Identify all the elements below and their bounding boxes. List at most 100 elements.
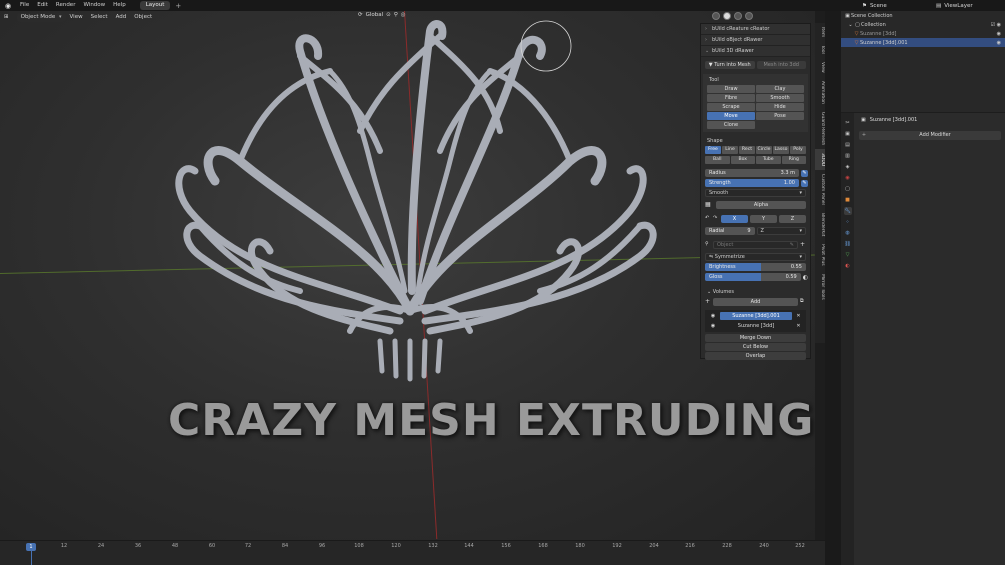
transform-orientation-dropdown[interactable]: ⟳ Global ⊙ ⚲ ◎ <box>358 12 406 18</box>
shape-rect[interactable]: Rect <box>739 146 755 154</box>
proportional-edit-icon[interactable]: ◎ <box>401 12 406 18</box>
tool-props-icon[interactable]: ✂ <box>844 119 852 127</box>
strength-slider[interactable]: Strength 1.00 <box>705 179 799 187</box>
shape-circle[interactable]: Circle <box>756 146 772 154</box>
particles-props-icon[interactable]: ⁘ <box>844 218 852 226</box>
tab-mirror-tools[interactable]: Mirror Tools <box>815 270 825 304</box>
shape-ring[interactable]: Ring <box>781 156 806 164</box>
select-menu[interactable]: Select <box>87 11 112 23</box>
volumes-header[interactable]: ⌄ Volumes <box>701 286 810 296</box>
close-icon[interactable]: ✕ <box>795 313 802 319</box>
object-field[interactable]: Object ✎ <box>713 241 798 249</box>
visibility-icon[interactable]: ◉ <box>997 31 1001 37</box>
shape-free[interactable]: Free <box>705 146 721 154</box>
add-modifier-button[interactable]: + Add Modifier <box>859 131 1001 140</box>
eye-icon[interactable]: ◉ <box>709 323 717 329</box>
modifier-props-icon[interactable]: 🔧︎ <box>843 207 852 215</box>
render-props-icon[interactable]: ▣ <box>844 130 852 138</box>
scene-selector[interactable]: ⚑ Scene <box>862 3 887 9</box>
radial-field[interactable]: Radial 9 <box>705 227 755 235</box>
gloss-slider[interactable]: Gloss 0.59 <box>705 273 801 281</box>
radial-axis-dropdown[interactable]: Z ▾ <box>756 227 806 235</box>
mirror-z-toggle[interactable]: Z <box>779 215 806 223</box>
copy-icon[interactable]: ⧉ <box>800 298 806 306</box>
view-menu[interactable]: View <box>66 11 87 23</box>
color-picker-icon[interactable]: ◐ <box>803 274 808 281</box>
section-creature-creator[interactable]: › bUild cReature cReator <box>701 24 810 35</box>
tool-clay[interactable]: Clay <box>756 85 804 93</box>
outliner-item-selected[interactable]: ▽ Suzanne [3dd].001 ◉ <box>841 38 1005 47</box>
pivot-icon[interactable]: ⊙ <box>386 12 391 18</box>
current-frame-indicator[interactable]: 1 <box>26 543 36 551</box>
physics-props-icon[interactable]: ◍ <box>844 229 852 237</box>
outliner-item[interactable]: ▽ Suzanne [3dd] ◉ <box>841 29 1005 38</box>
eye-icon[interactable]: ◉ <box>709 313 717 319</box>
merge-down-button[interactable]: Merge Down <box>705 334 806 342</box>
section-object-drawer[interactable]: › bUild oBject dRawer <box>701 35 810 46</box>
tool-scrape[interactable]: Scrape <box>707 103 755 111</box>
view-layer-props-icon[interactable]: ▥ <box>844 152 852 160</box>
radius-slider[interactable]: Radius 3.3 m <box>705 169 799 177</box>
sculpted-mesh[interactable] <box>0 11 815 540</box>
tool-hide[interactable]: Hide <box>756 103 804 111</box>
rendered-shading-icon[interactable] <box>745 12 753 20</box>
constraints-props-icon[interactable]: ⛓︎ <box>844 240 852 248</box>
tab-view[interactable]: View <box>815 58 825 77</box>
tab-blenderkit[interactable]: BlenderKit <box>815 209 825 240</box>
workspace-tab-layout[interactable]: Layout <box>139 1 171 10</box>
mirror-x-toggle[interactable]: X <box>721 215 748 223</box>
checkbox-icon[interactable]: ☑ ◉ <box>991 22 1001 28</box>
wireframe-shading-icon[interactable] <box>712 12 720 20</box>
mirror-y-toggle[interactable]: Y <box>750 215 777 223</box>
object-props-icon[interactable]: ■ <box>844 196 852 204</box>
tab-guard-remesh[interactable]: Guard Remesh <box>815 108 825 149</box>
shape-tube[interactable]: Tube <box>756 156 781 164</box>
overlap-button[interactable]: Overlap <box>705 352 806 360</box>
menu-help[interactable]: Help <box>109 0 130 11</box>
tool-pose[interactable]: Pose <box>756 112 804 120</box>
mesh-into-3dd-button[interactable]: Mesh into 3dd <box>756 61 806 69</box>
radius-pressure-toggle[interactable]: ✎ <box>801 169 808 177</box>
brightness-slider[interactable]: Brightness 0.55 <box>705 263 806 271</box>
add-menu[interactable]: Add <box>112 11 131 23</box>
blender-logo-icon[interactable]: ◉ <box>3 1 13 11</box>
add-volume-button[interactable]: Add <box>713 298 798 306</box>
shape-poly[interactable]: Poly <box>790 146 806 154</box>
tab-item[interactable]: Item <box>815 23 825 41</box>
object-name[interactable]: Suzanne [3dd].001 <box>870 117 918 123</box>
editor-type-icon[interactable]: ⊞ <box>0 11 13 23</box>
scene-props-icon[interactable]: ◈ <box>844 163 852 171</box>
visibility-icon[interactable]: ◉ <box>997 40 1001 46</box>
menu-file[interactable]: File <box>16 0 33 11</box>
tool-clone[interactable]: Clone <box>707 121 755 129</box>
symmetrize-dropdown[interactable]: ⇋ Symmetrize ▾ <box>705 253 806 261</box>
menu-edit[interactable]: Edit <box>33 0 52 11</box>
tool-smooth[interactable]: Smooth <box>756 94 804 102</box>
turn-into-mesh-button[interactable]: ▼ Turn into Mesh <box>705 61 755 69</box>
object-menu[interactable]: Object <box>130 11 156 23</box>
undo-icon[interactable]: ↶ <box>705 215 711 223</box>
plus-icon[interactable]: + <box>705 298 711 306</box>
close-icon[interactable]: ✕ <box>795 323 802 329</box>
tool-move[interactable]: Move <box>707 112 755 120</box>
material-shading-icon[interactable] <box>734 12 742 20</box>
shape-ball[interactable]: Ball <box>705 156 730 164</box>
shape-lasso[interactable]: Lasso <box>773 146 789 154</box>
view-layer-selector[interactable]: ▤ ViewLayer <box>936 3 973 9</box>
cut-below-button[interactable]: Cut Below <box>705 343 806 351</box>
world-props-icon[interactable]: ◉ <box>844 174 852 182</box>
tab-3ddd[interactable]: 3DDD <box>815 148 825 171</box>
tool-draw[interactable]: Draw <box>707 85 755 93</box>
menu-window[interactable]: Window <box>79 0 109 11</box>
add-workspace-button[interactable]: + <box>170 2 186 10</box>
snap-icon[interactable]: ⚲ <box>394 12 398 18</box>
object-mode-dropdown[interactable]: Object Mode ▾ <box>16 12 66 22</box>
menu-render[interactable]: Render <box>52 0 80 11</box>
checker-icon[interactable]: ▦ <box>705 201 714 209</box>
add-object-icon[interactable]: + <box>800 241 806 249</box>
outliner-collection[interactable]: ⌄ ▢ Collection ☑ ◉ <box>841 20 1005 29</box>
shape-line[interactable]: Line <box>722 146 738 154</box>
tab-pivot-plus[interactable]: Pivot Plus <box>815 240 825 270</box>
alpha-button[interactable]: Alpha <box>716 201 806 209</box>
solid-shading-icon[interactable] <box>723 12 731 20</box>
